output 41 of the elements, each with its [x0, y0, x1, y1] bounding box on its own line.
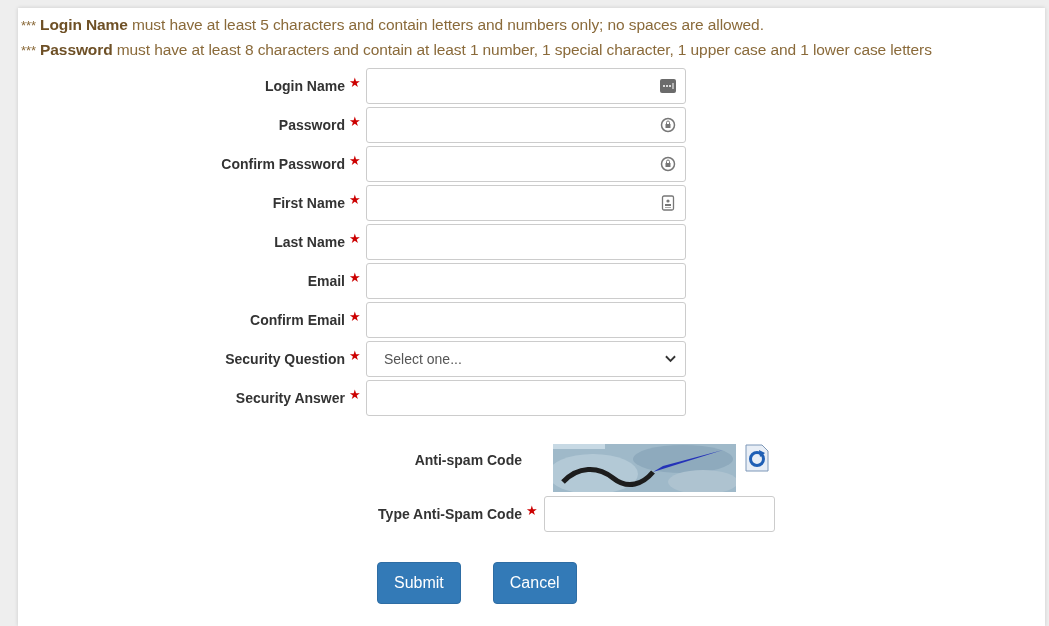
required-mark: ★	[348, 74, 362, 90]
required-mark: ★	[348, 152, 362, 168]
required-mark: ★	[348, 269, 362, 285]
form-button[interactable]: Submit	[377, 562, 461, 604]
required-mark: ★	[348, 191, 362, 207]
input-field[interactable]	[366, 107, 686, 143]
input-field[interactable]	[366, 263, 686, 299]
field-label: Type Anti-Spam Code	[377, 505, 522, 522]
field-label: Security Question	[224, 350, 345, 367]
field-label: Security Answer	[234, 389, 345, 406]
form-button[interactable]: Cancel	[492, 562, 577, 604]
field-label: First Name	[271, 194, 345, 211]
input-field[interactable]	[366, 68, 686, 104]
input-field[interactable]	[544, 496, 775, 532]
select-field[interactable]: Select one...	[366, 341, 686, 377]
ellipsis-icon	[660, 78, 676, 94]
field-label: Email	[306, 272, 345, 289]
required-mark: ★	[348, 308, 362, 324]
input-field[interactable]	[366, 224, 686, 260]
field-label: Confirm Email	[249, 311, 345, 328]
required-mark: ★	[348, 347, 362, 363]
input-field[interactable]	[366, 380, 686, 416]
chevron-down-icon	[665, 355, 676, 363]
field-label: Confirm Password	[220, 155, 345, 172]
input-field[interactable]	[366, 146, 686, 182]
requirement-note: *** Password must have at least 8 characters and contain at least 1 number, 1 special character, 1 upper case and 1 lower case letters	[20, 40, 933, 60]
key-icon	[660, 156, 676, 172]
contact-card-icon	[660, 195, 676, 211]
requirement-note: *** Login Name must have at least 5 characters and contain letters and numbers only; no spaces are allowed.	[20, 15, 765, 35]
refresh-icon[interactable]	[744, 444, 770, 472]
input-field[interactable]	[366, 185, 686, 221]
field-label: Login Name	[263, 77, 345, 94]
field-label: Password	[277, 116, 345, 133]
required-mark: ★	[348, 230, 362, 246]
required-mark: ★	[525, 502, 539, 518]
required-mark: ★	[348, 113, 362, 129]
field-label: Last Name	[273, 233, 345, 250]
required-mark: ★	[348, 386, 362, 402]
key-icon	[660, 117, 676, 133]
input-field[interactable]	[366, 302, 686, 338]
field-label: Anti-spam Code	[413, 451, 522, 468]
